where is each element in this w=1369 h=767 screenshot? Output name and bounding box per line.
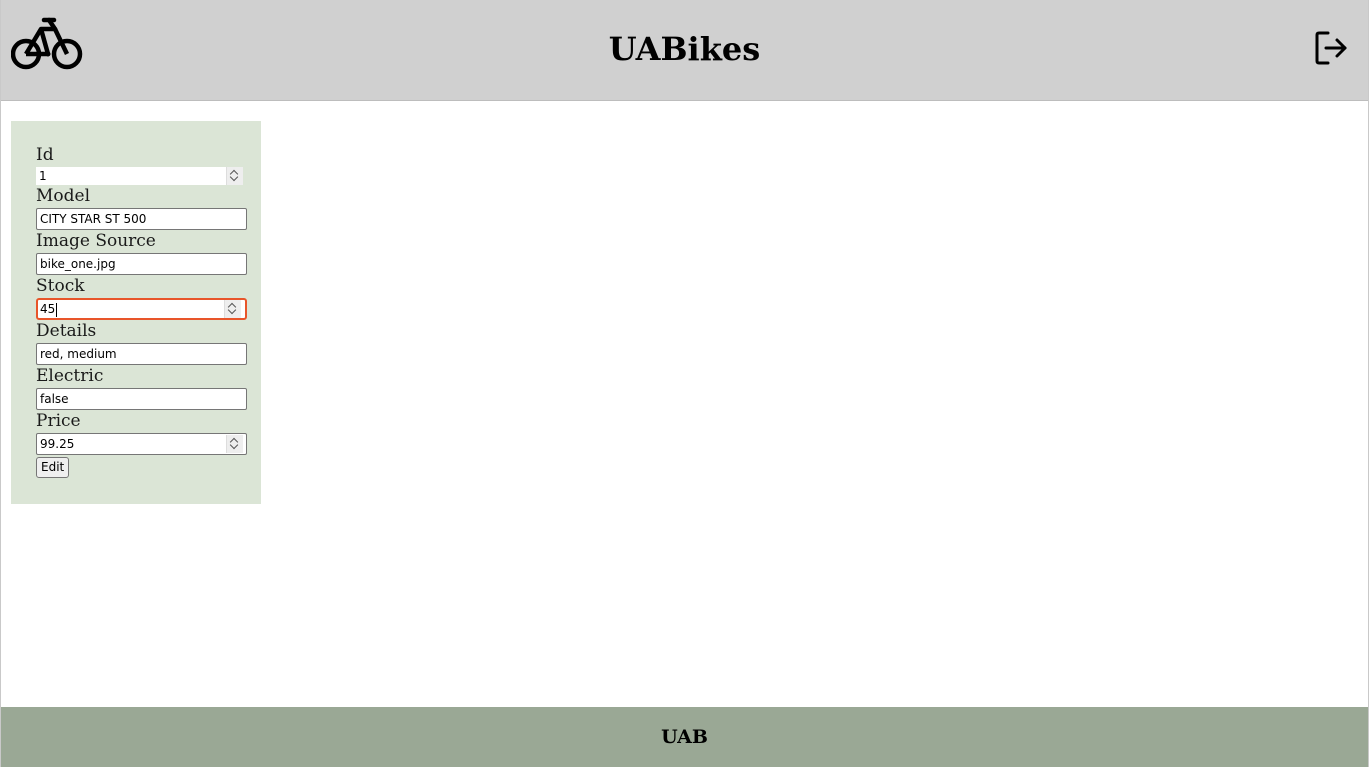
image-source-value: bike_one.jpg	[40, 257, 116, 271]
id-spinner[interactable]	[226, 167, 243, 185]
electric-label: Electric	[36, 366, 104, 386]
bike-edit-form: Id 1 Model CITY STAR ST 500 Image Source…	[11, 121, 261, 504]
id-label: Id	[36, 145, 54, 165]
id-value: 1	[39, 169, 47, 183]
details-input[interactable]: red, medium	[36, 343, 247, 365]
price-spinner[interactable]	[226, 435, 243, 453]
stock-value: 45	[40, 302, 56, 316]
footer-text: UAB	[661, 726, 708, 748]
model-label: Model	[36, 186, 91, 206]
footer: UAB	[1, 707, 1368, 767]
edit-button[interactable]: Edit	[36, 457, 70, 478]
price-label: Price	[36, 411, 81, 431]
id-input[interactable]: 1	[36, 167, 243, 185]
electric-value: false	[40, 392, 69, 406]
price-input[interactable]: 99.25	[36, 433, 247, 455]
stock-input[interactable]: 45	[36, 298, 247, 320]
image-source-label: Image Source	[36, 231, 156, 251]
image-source-input[interactable]: bike_one.jpg	[36, 253, 247, 275]
model-input[interactable]: CITY STAR ST 500	[36, 208, 247, 230]
page: UABikes Id 1 Model CITY STAR ST 500 Imag…	[0, 0, 1369, 767]
stock-label: Stock	[36, 276, 85, 296]
header: UABikes	[1, 0, 1368, 101]
model-value: CITY STAR ST 500	[40, 212, 147, 226]
price-value: 99.25	[40, 437, 75, 451]
details-label: Details	[36, 321, 97, 341]
details-value: red, medium	[40, 347, 117, 361]
stock-spinner[interactable]	[224, 300, 241, 318]
page-title: UABikes	[608, 30, 761, 68]
logout-icon[interactable]	[1314, 30, 1348, 66]
electric-input[interactable]: false	[36, 388, 247, 410]
text-caret	[56, 302, 58, 317]
